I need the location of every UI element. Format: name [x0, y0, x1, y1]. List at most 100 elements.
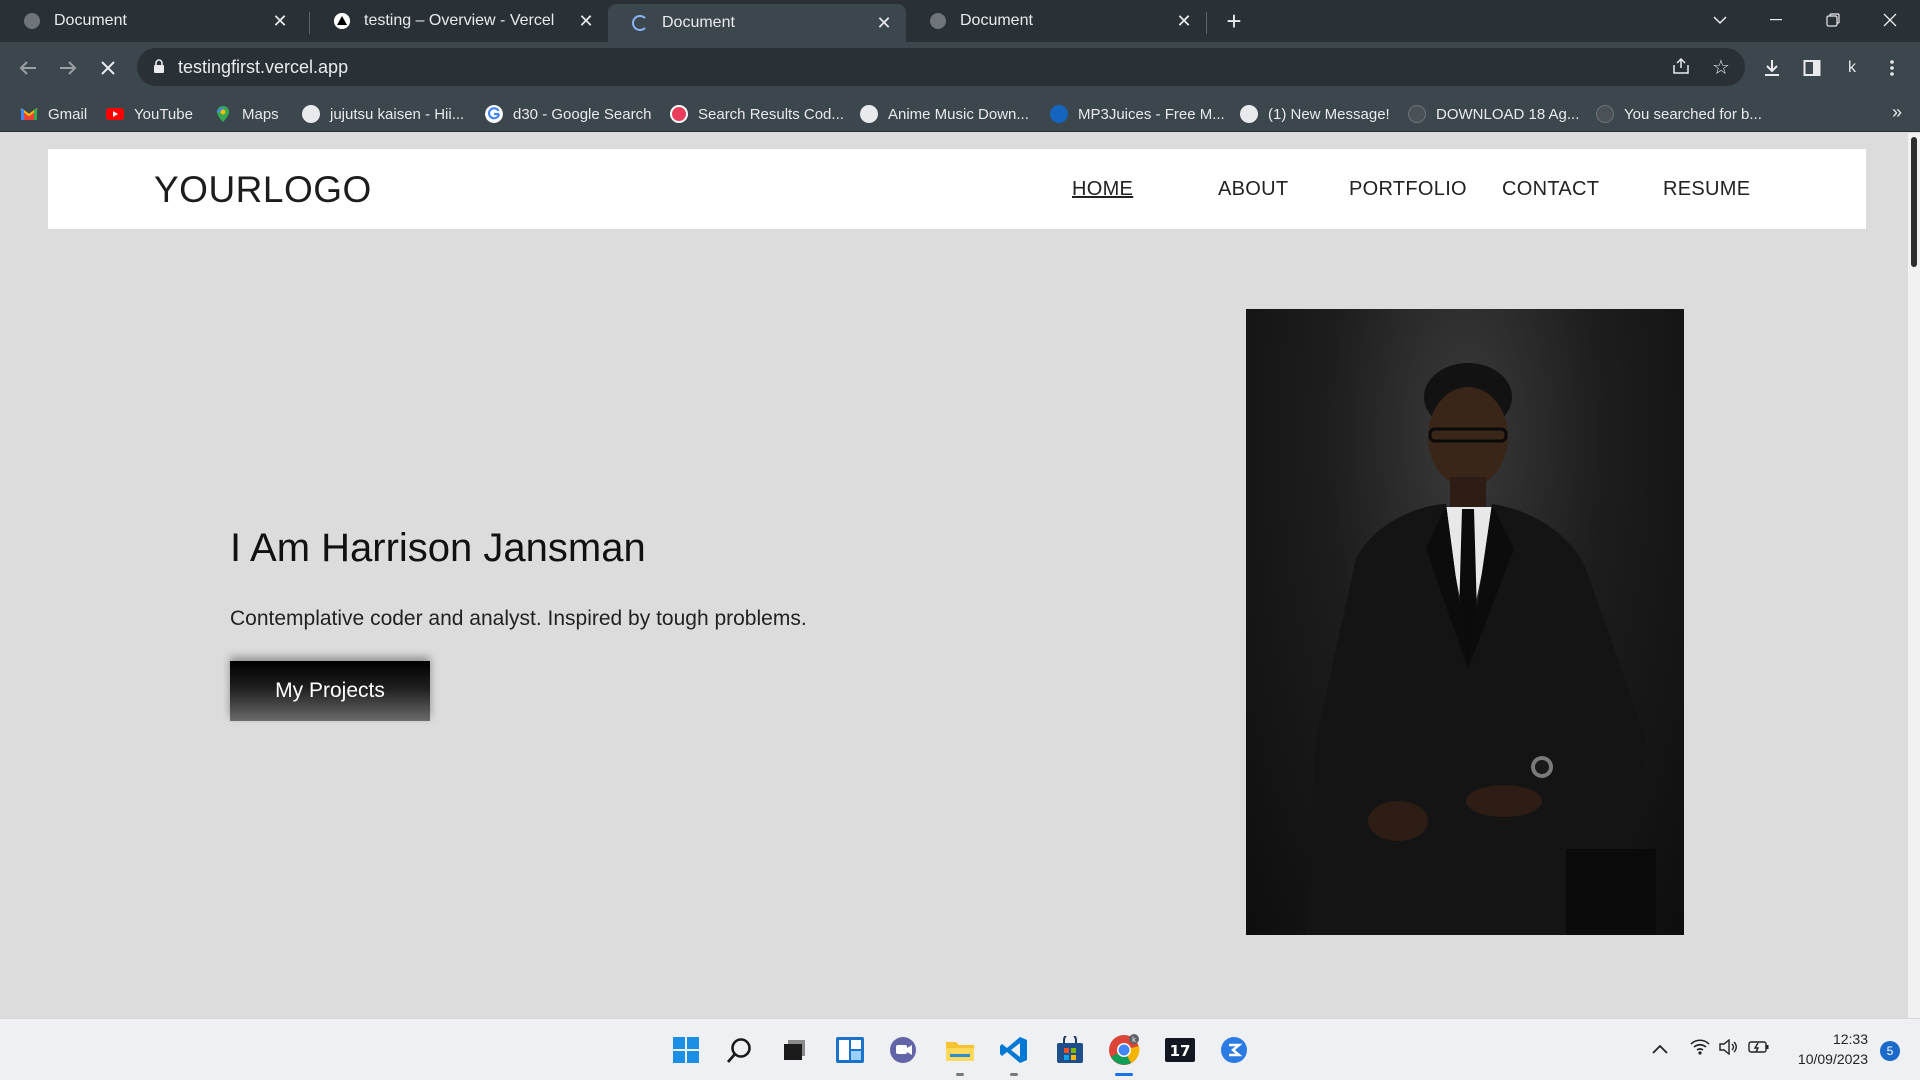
windows-taskbar: k 17 12:33 10/09/2023 5 [0, 1018, 1920, 1080]
browser-toolbar: testingfirst.vercel.app ☆ k [0, 42, 1920, 94]
nav-resume[interactable]: RESUME [1663, 178, 1750, 201]
star-icon[interactable]: ☆ [1709, 56, 1733, 80]
close-icon [101, 61, 115, 75]
hero-title: I Am Harrison Jansman [230, 526, 646, 570]
bookmark-d30[interactable]: d30 - Google Search [485, 103, 651, 125]
tab-title: Document [54, 12, 127, 29]
close-icon[interactable]: ✕ [576, 11, 596, 31]
lock-icon[interactable] [153, 59, 165, 73]
tab-document-2[interactable]: Document ✕ [906, 4, 1206, 38]
minimize-icon [1770, 19, 1782, 21]
tab-title: Document [662, 14, 735, 31]
address-bar[interactable]: testingfirst.vercel.app ☆ [137, 48, 1745, 86]
running-indicator [1115, 1073, 1133, 1076]
system-clock[interactable]: 12:33 10/09/2023 [1798, 1029, 1868, 1069]
bookmark-you-searched[interactable]: You searched for b... [1596, 103, 1762, 125]
close-icon[interactable]: ✕ [1174, 11, 1194, 31]
battery-icon[interactable] [1748, 1039, 1770, 1060]
restore-button[interactable] [1805, 0, 1861, 40]
nav-home[interactable]: HOME [1072, 178, 1133, 201]
close-icon[interactable]: ✕ [874, 13, 894, 33]
app-icon[interactable] [1216, 1032, 1252, 1068]
tab-document-1[interactable]: Document ✕ [0, 4, 302, 38]
profile-avatar[interactable]: k [1836, 52, 1868, 84]
site-icon [1408, 105, 1426, 123]
bookmarks-overflow-button[interactable]: » [1892, 102, 1902, 123]
bookmark-gmail[interactable]: Gmail [20, 103, 87, 125]
bookmark-search-results[interactable]: Search Results Cod... [670, 103, 844, 125]
globe-icon [860, 105, 878, 123]
arrow-right-icon [60, 61, 77, 75]
minimize-button[interactable] [1748, 0, 1804, 40]
codester-icon [670, 105, 688, 123]
bookmark-anime-music[interactable]: Anime Music Down... [860, 103, 1029, 125]
clock-time: 12:33 [1832, 1031, 1868, 1047]
stop-loading-button[interactable] [92, 52, 124, 84]
vscode-icon[interactable] [996, 1032, 1032, 1076]
clock-date: 10/09/2023 [1797, 1051, 1868, 1067]
site-logo[interactable]: YOURLOGO [154, 169, 372, 211]
volume-icon[interactable] [1718, 1038, 1738, 1060]
tradingview-icon[interactable]: 17 [1162, 1032, 1198, 1068]
bookmark-mp3juices[interactable]: MP3Juices - Free M... [1050, 103, 1225, 125]
globe-icon [24, 13, 40, 29]
mp3juices-icon [1050, 105, 1068, 123]
restore-icon [1826, 13, 1840, 27]
windows-start-icon[interactable] [668, 1032, 704, 1068]
bookmark-new-message[interactable]: (1) New Message! [1240, 103, 1390, 125]
bookmark-label: Maps [242, 105, 279, 123]
page-viewport: YOURLOGO HOME ABOUT PORTFOLIO CONTACT RE… [0, 133, 1908, 1018]
globe-icon [930, 13, 946, 29]
bookmarks-bar: Gmail YouTube Maps jujutsu kaisen - Hii.… [0, 94, 1920, 132]
forward-button[interactable] [52, 52, 84, 84]
url-text[interactable]: testingfirst.vercel.app [178, 57, 348, 78]
bookmark-jujutsu[interactable]: jujutsu kaisen - Hii... [302, 103, 464, 125]
portrait-photo [1246, 309, 1684, 935]
close-window-button[interactable] [1862, 0, 1918, 40]
teams-chat-icon[interactable] [886, 1032, 922, 1068]
bookmark-download-18[interactable]: DOWNLOAD 18 Ag... [1408, 103, 1579, 125]
tab-separator [1206, 12, 1207, 34]
bookmark-label: Search Results Cod... [698, 105, 844, 123]
site-header: YOURLOGO HOME ABOUT PORTFOLIO CONTACT RE… [48, 149, 1866, 229]
new-tab-button[interactable]: + [1220, 8, 1248, 36]
portrait-illustration [1306, 363, 1656, 935]
task-view-icon[interactable] [776, 1032, 812, 1068]
scrollbar-thumb[interactable] [1911, 137, 1917, 267]
bookmark-youtube[interactable]: YouTube [106, 103, 193, 125]
microsoft-store-icon[interactable] [1052, 1032, 1088, 1068]
tab-search-button[interactable] [1692, 0, 1748, 40]
side-panel-icon[interactable] [1796, 52, 1828, 84]
loading-spinner-icon [632, 15, 648, 31]
bookmark-label: You searched for b... [1624, 105, 1762, 123]
share-icon[interactable] [1669, 56, 1693, 80]
nav-contact[interactable]: CONTACT [1502, 178, 1599, 201]
tab-document-active[interactable]: Document ✕ [608, 4, 906, 42]
chevron-up-icon[interactable] [1652, 1039, 1668, 1060]
page-scrollbar[interactable] [1908, 133, 1920, 1018]
download-icon[interactable] [1756, 52, 1788, 84]
running-indicator [956, 1073, 964, 1076]
maps-icon [216, 106, 229, 122]
tab-vercel[interactable]: testing – Overview - Vercel ✕ [310, 4, 608, 38]
chevron-down-icon [1713, 16, 1727, 25]
my-projects-button[interactable]: My Projects [230, 661, 430, 721]
tab-title: testing – Overview - Vercel [364, 12, 555, 29]
search-icon[interactable] [722, 1032, 758, 1068]
nav-about[interactable]: ABOUT [1218, 178, 1288, 201]
site-icon [1596, 105, 1614, 123]
notification-badge[interactable]: 5 [1880, 1041, 1900, 1061]
nav-portfolio[interactable]: PORTFOLIO [1349, 178, 1467, 201]
bookmark-label: MP3Juices - Free M... [1078, 105, 1225, 123]
google-icon [485, 105, 503, 123]
bookmark-maps[interactable]: Maps [214, 103, 279, 125]
back-button[interactable] [12, 52, 44, 84]
menu-kebab-icon[interactable] [1876, 52, 1908, 84]
wifi-icon[interactable] [1690, 1039, 1710, 1060]
chrome-icon[interactable]: k [1106, 1032, 1142, 1076]
close-icon[interactable]: ✕ [270, 11, 290, 31]
tab-title: Document [960, 12, 1033, 29]
widgets-icon[interactable] [832, 1032, 868, 1068]
close-icon [1883, 13, 1897, 27]
file-explorer-icon[interactable] [942, 1032, 978, 1076]
